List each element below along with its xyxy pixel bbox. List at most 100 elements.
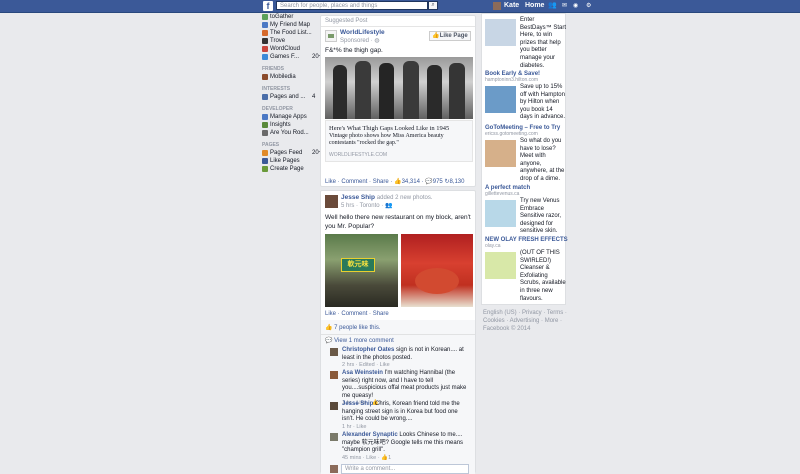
nav-item-manage-apps[interactable]: Manage Apps <box>262 113 318 121</box>
app-icon <box>262 30 268 36</box>
comment-body: Christopher Oates sign is not in Korean.… <box>342 347 464 368</box>
home-link[interactable]: Home <box>525 0 544 12</box>
nav-item-like-pages[interactable]: Like Pages <box>262 157 318 165</box>
ad-image <box>485 86 516 113</box>
nav-item-pages-feed[interactable]: Pages Feed 20+ <box>262 149 322 157</box>
commenter-avatar[interactable] <box>330 433 338 441</box>
comment-link[interactable]: Comment <box>341 179 367 185</box>
insights-icon <box>262 122 268 128</box>
app-icon <box>262 38 268 44</box>
ad-text: So what do you have to lose? Meet with a… <box>520 138 565 182</box>
create-icon <box>262 166 268 172</box>
commenter-link[interactable]: Christopher Oates <box>342 347 394 353</box>
comment-like-count[interactable]: 1 <box>388 455 391 461</box>
contestant-figure <box>403 61 419 119</box>
nav-item-trove[interactable]: Trove <box>262 37 318 45</box>
user-avatar[interactable] <box>493 2 501 10</box>
count-badge: 4 <box>312 94 316 100</box>
ad-hampton[interactable]: Book Early & Save! hamptoninn3.hilton.co… <box>485 71 565 127</box>
comment-like-link[interactable]: Like <box>380 362 390 368</box>
friends-privacy-icon: 👥 <box>384 203 393 209</box>
commenter-avatar[interactable] <box>330 348 338 356</box>
nav-item-insights[interactable]: Insights <box>262 121 318 129</box>
page-avatar[interactable] <box>325 30 337 42</box>
share-count[interactable]: 8,130 <box>449 179 464 185</box>
nav-item-create-page[interactable]: Create Page <box>262 165 318 173</box>
thumbs-up-icon <box>262 158 268 164</box>
left-nav: toGather My Friend Map The Food List... … <box>262 13 322 173</box>
like-link[interactable]: Like <box>325 311 336 317</box>
commenter-link[interactable]: Jesse Ship <box>342 401 373 407</box>
friend-requests-icon[interactable]: 👥 <box>548 0 557 12</box>
comment-like-link[interactable]: Like <box>366 455 376 461</box>
link-preview[interactable]: Here's What Thigh Gaps Looked Like in 19… <box>325 120 473 162</box>
likes-summary[interactable]: 👍 7 people like this. <box>325 324 381 331</box>
ad-gotomeeting[interactable]: GoToMeeting – Free to Try ericss.gotomee… <box>485 125 565 189</box>
share-link[interactable]: Share <box>373 179 389 185</box>
notifications-icon[interactable]: ◉ <box>573 0 578 12</box>
like-icon: 👍 <box>325 325 333 331</box>
ad-diabetes[interactable]: Enter BestDays™ Start Here, to win prize… <box>485 17 566 69</box>
nav-item-food-list[interactable]: The Food List... <box>262 29 318 37</box>
copyright: Facebook © 2014 <box>483 326 531 332</box>
post-image[interactable] <box>325 57 473 119</box>
ad-text: (OUT OF THIS SWIRLED!) Cleanser & Exfoli… <box>520 250 566 302</box>
feed-icon <box>262 150 268 156</box>
post-text: Well hello there new restaurant on my bl… <box>325 214 471 230</box>
author-link[interactable]: Jesse Ship <box>341 194 375 201</box>
nav-item-pages-and[interactable]: Pages and ... 4 <box>262 93 318 101</box>
profile-link[interactable]: Kate <box>504 0 519 12</box>
section-heading-interests: INTERESTS <box>262 86 291 92</box>
footer: English (US) · Privacy · Terms · Cookies… <box>483 309 567 333</box>
commenter-link[interactable]: Alexander Synaptic <box>342 432 398 438</box>
footer-links-1[interactable]: English (US) · Privacy · Terms · <box>483 309 567 317</box>
app-icon <box>262 14 268 20</box>
like-count[interactable]: 34,314 <box>402 179 420 185</box>
ad-olay[interactable]: NEW OLAY FRESH EFFECTS olay.ca (OUT OF T… <box>485 237 568 303</box>
commenter-avatar[interactable] <box>330 402 338 410</box>
facebook-logo[interactable]: f <box>263 1 273 11</box>
messages-icon[interactable]: ✉ <box>562 0 567 12</box>
group-icon <box>262 74 268 80</box>
commenter-avatar[interactable] <box>330 371 338 379</box>
ad-url: gillettevenus.ca <box>485 191 520 197</box>
app-icon <box>262 130 268 136</box>
comment-body: Alexander Synaptic Looks Chinese to me..… <box>342 432 464 461</box>
timestamp[interactable]: 5 hrs <box>341 203 354 209</box>
restaurant-photo-2[interactable] <box>401 234 473 307</box>
nav-item-games[interactable]: Games F... 20+ <box>262 53 322 61</box>
comment-like-link[interactable]: Like <box>356 424 366 430</box>
nav-item-are-you-rod[interactable]: Are You Rod... <box>262 129 318 137</box>
comment-icon: 💬 <box>425 179 433 185</box>
restaurant-photo-1[interactable]: 軟元味 <box>325 234 398 307</box>
ad-gillette-venus[interactable]: A perfect match gillettevenus.ca Try new… <box>485 185 565 241</box>
ad-image <box>485 252 516 279</box>
link-domain: WORLDLIFESTYLE.COM <box>329 152 388 158</box>
nav-item-togather[interactable]: toGather <box>262 13 318 21</box>
section-heading-developer: DEVELOPER <box>262 106 293 112</box>
like-icon: 👍 <box>394 179 402 185</box>
comment-body: Jesse Ship Chris, Korean friend told me … <box>342 401 460 430</box>
like-page-button[interactable]: 👍Like Page <box>429 31 471 41</box>
comment-count[interactable]: 975 <box>433 179 443 185</box>
location-link[interactable]: Toronto <box>360 203 380 209</box>
view-more-comments[interactable]: 💬 View 1 more comment <box>325 337 394 344</box>
settings-icon[interactable]: ⚙ <box>586 0 591 12</box>
comments-area: 👍 7 people like this. 💬 View 1 more comm… <box>321 320 475 474</box>
contestant-figure <box>355 61 371 119</box>
nav-item-mobiledia[interactable]: Mobiledia <box>262 73 318 81</box>
search-input[interactable]: Search for people, places and things <box>276 1 428 10</box>
nav-item-friend-map[interactable]: My Friend Map <box>262 21 318 29</box>
search-icon[interactable]: ⌕ <box>428 1 438 10</box>
footer-links-2[interactable]: Cookies · Advertising · More · <box>483 317 567 325</box>
contestant-figure <box>379 63 394 119</box>
comment-link[interactable]: Comment <box>341 311 367 317</box>
apps-icon <box>262 114 268 120</box>
nav-item-wordcloud[interactable]: WordCloud <box>262 45 318 53</box>
globe-icon <box>328 34 334 38</box>
page-name-link[interactable]: WorldLifestyle <box>340 29 385 36</box>
commenter-link[interactable]: Asa Weinstein <box>342 370 383 376</box>
author-avatar[interactable] <box>325 195 338 208</box>
like-link[interactable]: Like <box>325 179 336 185</box>
share-link[interactable]: Share <box>373 311 389 317</box>
